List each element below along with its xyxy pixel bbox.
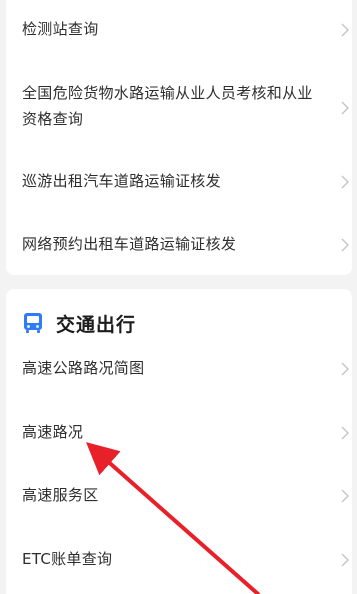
list-item-service-area[interactable]: 高速服务区 bbox=[6, 480, 352, 510]
chevron-right-icon bbox=[341, 23, 349, 37]
chevron-right-icon bbox=[341, 101, 349, 115]
list-item-inspection-station[interactable]: 检测站查询 bbox=[6, 14, 352, 44]
list-item-label: 巡游出租汽车道路运输证核发 bbox=[22, 172, 221, 190]
bus-icon bbox=[24, 313, 42, 333]
list-item-highway-conditions[interactable]: 高速路况 bbox=[6, 417, 352, 447]
list-item-label: 高速服务区 bbox=[22, 486, 99, 504]
section-title: 交通出行 bbox=[56, 313, 137, 336]
list-item-label: 检测站查询 bbox=[22, 20, 99, 38]
list-item-label: 全国危险货物水路运输从业人员考核和从业资格查询 bbox=[22, 84, 313, 128]
list-item-ride-hailing-permit[interactable]: 网络预约出租车道路运输证核发 bbox=[6, 229, 352, 259]
chevron-right-icon bbox=[341, 175, 349, 189]
chevron-right-icon bbox=[341, 426, 349, 440]
chevron-right-icon bbox=[341, 238, 349, 252]
top-card: 检测站查询 全国危险货物水路运输从业人员考核和从业资格查询 巡游出租汽车道路运输… bbox=[6, 0, 352, 275]
list-item-label: 高速公路路况简图 bbox=[22, 359, 145, 377]
list-item-label: 高速路况 bbox=[22, 423, 84, 441]
chevron-right-icon bbox=[341, 553, 349, 567]
list-item-label: 网络预约出租车道路运输证核发 bbox=[22, 235, 237, 253]
list-item-highway-map[interactable]: 高速公路路况简图 bbox=[6, 353, 352, 383]
list-item-taxi-permit[interactable]: 巡游出租汽车道路运输证核发 bbox=[6, 166, 352, 196]
section-header: 交通出行 bbox=[22, 309, 136, 337]
list-item-etc-bill[interactable]: ETC账单查询 bbox=[6, 544, 352, 574]
chevron-right-icon bbox=[341, 362, 349, 376]
list-item-label: ETC账单查询 bbox=[22, 550, 113, 568]
traffic-section-card: 交通出行 高速公路路况简图 高速路况 高速服务区 ETC账单查询 bbox=[6, 289, 352, 594]
chevron-right-icon bbox=[341, 489, 349, 503]
list-item-dangerous-goods-qualification[interactable]: 全国危险货物水路运输从业人员考核和从业资格查询 bbox=[6, 80, 352, 136]
